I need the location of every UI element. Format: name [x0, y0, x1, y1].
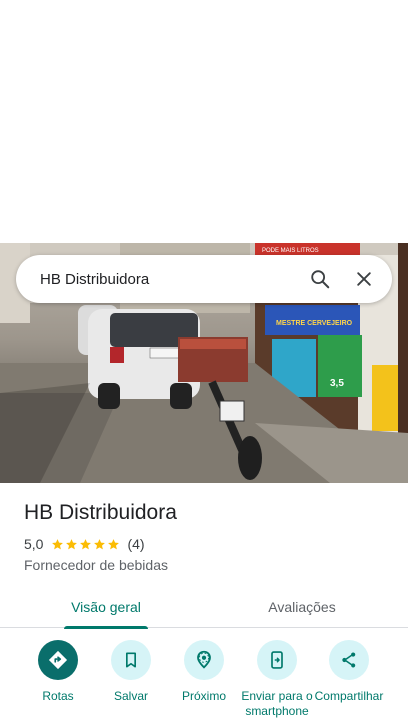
- nearby-label: Próximo: [181, 689, 226, 703]
- nearby-button[interactable]: Próximo: [167, 640, 241, 704]
- search-button[interactable]: [298, 257, 342, 301]
- star-icon: [80, 538, 92, 549]
- save-circle[interactable]: [111, 640, 151, 680]
- send-to-phone-label: Enviar para o smartphone: [241, 689, 313, 718]
- close-icon: [357, 272, 371, 286]
- save-label: Salvar: [113, 689, 148, 703]
- star-icon: [94, 538, 106, 549]
- review-count: (4): [127, 536, 145, 552]
- action-buttons: Rotas Salvar Próximo Enviar para o smart…: [0, 640, 408, 726]
- share-icon: [342, 652, 356, 668]
- search-query[interactable]: HB Distribuidora: [16, 271, 298, 288]
- poster-text: MESTRE CERVEJEIRO: [276, 320, 353, 327]
- search-bar[interactable]: HB Distribuidora: [16, 255, 392, 303]
- nearby-circle[interactable]: [184, 640, 224, 680]
- rating-stars: [51, 538, 121, 551]
- share-circle[interactable]: [329, 640, 369, 680]
- directions-icon: [48, 650, 68, 670]
- tab-reviews[interactable]: Avaliações: [258, 585, 346, 628]
- place-name: HB Distribuidora: [24, 501, 177, 524]
- share-button[interactable]: Compartilhar: [312, 640, 386, 704]
- motorcycle-wheel: [238, 436, 262, 480]
- star-icon: [66, 538, 78, 549]
- star-icon: [108, 538, 120, 549]
- send-to-phone-icon: [271, 651, 283, 669]
- price-tag: 3,5: [330, 378, 344, 389]
- bookmark-icon: [126, 652, 136, 668]
- search-icon: [311, 270, 330, 289]
- top-banner-text: PODE MAIS LITROS: [262, 248, 319, 254]
- share-label: Compartilhar: [314, 689, 384, 703]
- send-to-phone-circle[interactable]: [257, 640, 297, 680]
- place-category: Fornecedor de bebidas: [24, 557, 168, 573]
- directions-button[interactable]: Rotas: [21, 640, 95, 704]
- rating-row[interactable]: 5,0 (4): [24, 536, 145, 552]
- nearby-icon: [197, 650, 211, 669]
- directions-circle[interactable]: [38, 640, 78, 680]
- close-button[interactable]: [342, 257, 386, 301]
- send-to-phone-button[interactable]: Enviar para o smartphone: [240, 640, 314, 719]
- directions-label: Rotas: [42, 689, 74, 703]
- tab-overview[interactable]: Visão geral: [64, 585, 148, 629]
- tab-bar: Visão geral Avaliações: [0, 585, 408, 629]
- place-screen: PODE MAIS LITROS MESTRE CERVEJEIRO 3,5 H…: [0, 0, 408, 726]
- rating-value: 5,0: [24, 536, 44, 552]
- save-button[interactable]: Salvar: [94, 640, 168, 704]
- star-icon: [52, 538, 64, 549]
